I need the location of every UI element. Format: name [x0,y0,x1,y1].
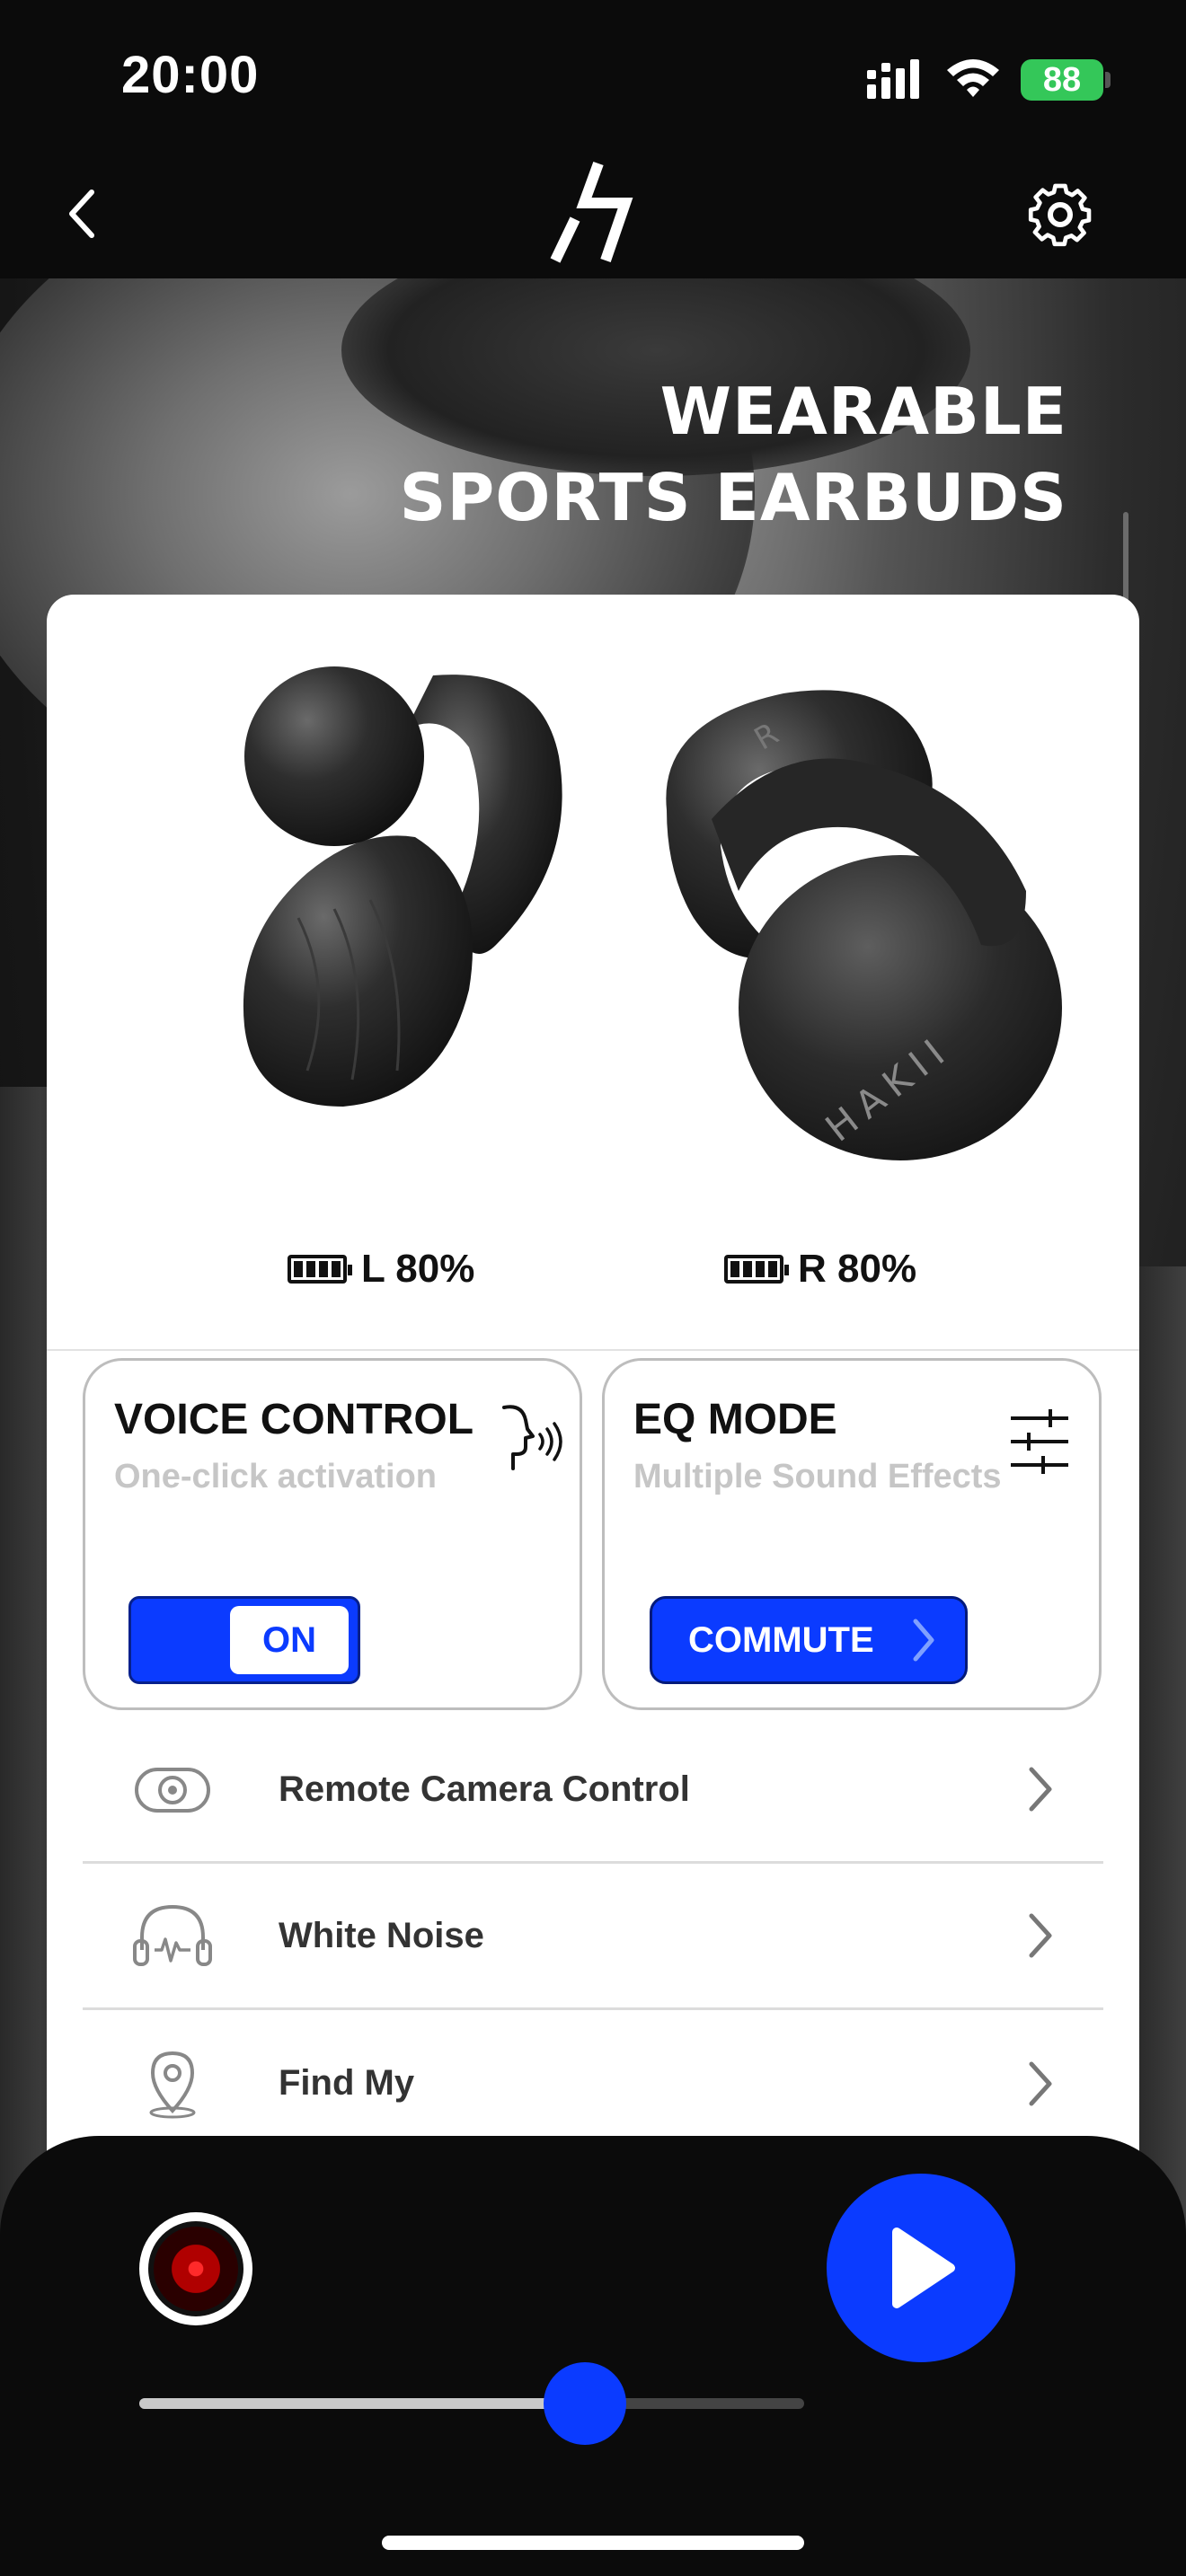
camera-icon [135,1768,210,1813]
location-pin-icon [149,2051,196,2118]
list-item-label: Find My [279,2063,415,2103]
list-item-remote-camera[interactable]: Remote Camera Control [83,1717,1103,1864]
right-earbud-image: HAKII R [666,690,1062,1160]
left-battery-label: L 80% [361,1247,475,1291]
status-time: 20:00 [121,46,260,104]
chevron-right-icon [913,1619,934,1662]
right-battery-status: R 80% [724,1247,916,1292]
eq-mode-title: EQ MODE [633,1396,837,1443]
eq-preset-label: COMMUTE [688,1619,874,1660]
eq-mode-tile[interactable]: EQ MODE Multiple Sound Effects COMMUTE [602,1358,1102,1710]
voice-control-subtitle: One-click activation [114,1458,438,1495]
hero-title-line1: WEARABLE [659,374,1067,449]
player-bar [0,2136,1186,2576]
back-button[interactable] [54,178,108,250]
chevron-right-icon [1029,2061,1052,2105]
list-item-label: Remote Camera Control [279,1769,690,1809]
list-item-find-my[interactable]: Find My [83,2010,1103,2157]
settings-gear-icon[interactable] [1020,174,1101,255]
eq-preset-button[interactable]: COMMUTE [650,1596,968,1684]
play-button[interactable] [827,2174,1015,2362]
toggle-on-label: ON [230,1606,349,1674]
status-bar: 20:00 88 [0,0,1186,153]
volume-slider-fill [139,2398,585,2409]
equalizer-sliders-icon [1011,1409,1068,1474]
battery-full-icon [724,1255,789,1284]
hero-title: WEARABLE SPORTS EARBUDS [400,368,1067,541]
voice-control-toggle[interactable]: ON [128,1596,360,1684]
battery-full-icon [288,1255,352,1284]
right-battery-label: R 80% [798,1247,917,1291]
list-item-white-noise[interactable]: White Noise [83,1864,1103,2010]
voice-control-tile[interactable]: VOICE CONTROL One-click activation ON [83,1358,582,1710]
eq-mode-subtitle: Multiple Sound Effects [633,1458,1002,1495]
volume-slider-handle[interactable] [543,2362,626,2445]
chevron-left-icon [69,190,94,238]
home-indicator [382,2536,804,2550]
left-battery-status: L 80% [288,1247,474,1292]
voice-speaking-icon [502,1405,562,1470]
vinyl-disc-icon[interactable] [139,2212,252,2325]
battery-indicator: 88 [1021,59,1103,101]
battery-tip [1105,72,1111,88]
left-earbud-image [243,666,562,1107]
voice-control-title: VOICE CONTROL [114,1396,474,1443]
headphones-icon [133,1904,212,1966]
play-icon [892,2228,955,2308]
cellular-signal-icon [867,59,919,99]
device-card: HAKII R L 80% R 80% VOICE CONTROL One-cl… [47,595,1139,2301]
nav-bar [0,153,1186,278]
battery-percent: 88 [1042,60,1082,99]
list-item-label: White Noise [279,1915,484,1955]
hero-title-line2: SPORTS EARBUDS [399,460,1067,535]
volume-slider[interactable] [139,2362,804,2445]
feature-list: Remote Camera Control White Noise Find M… [83,1717,1103,2157]
chevron-right-icon [1029,1913,1052,1958]
wifi-icon [947,59,999,97]
divider [47,1349,1139,1351]
chevron-right-icon [1029,1767,1052,1812]
brand-logo-icon [550,161,633,263]
